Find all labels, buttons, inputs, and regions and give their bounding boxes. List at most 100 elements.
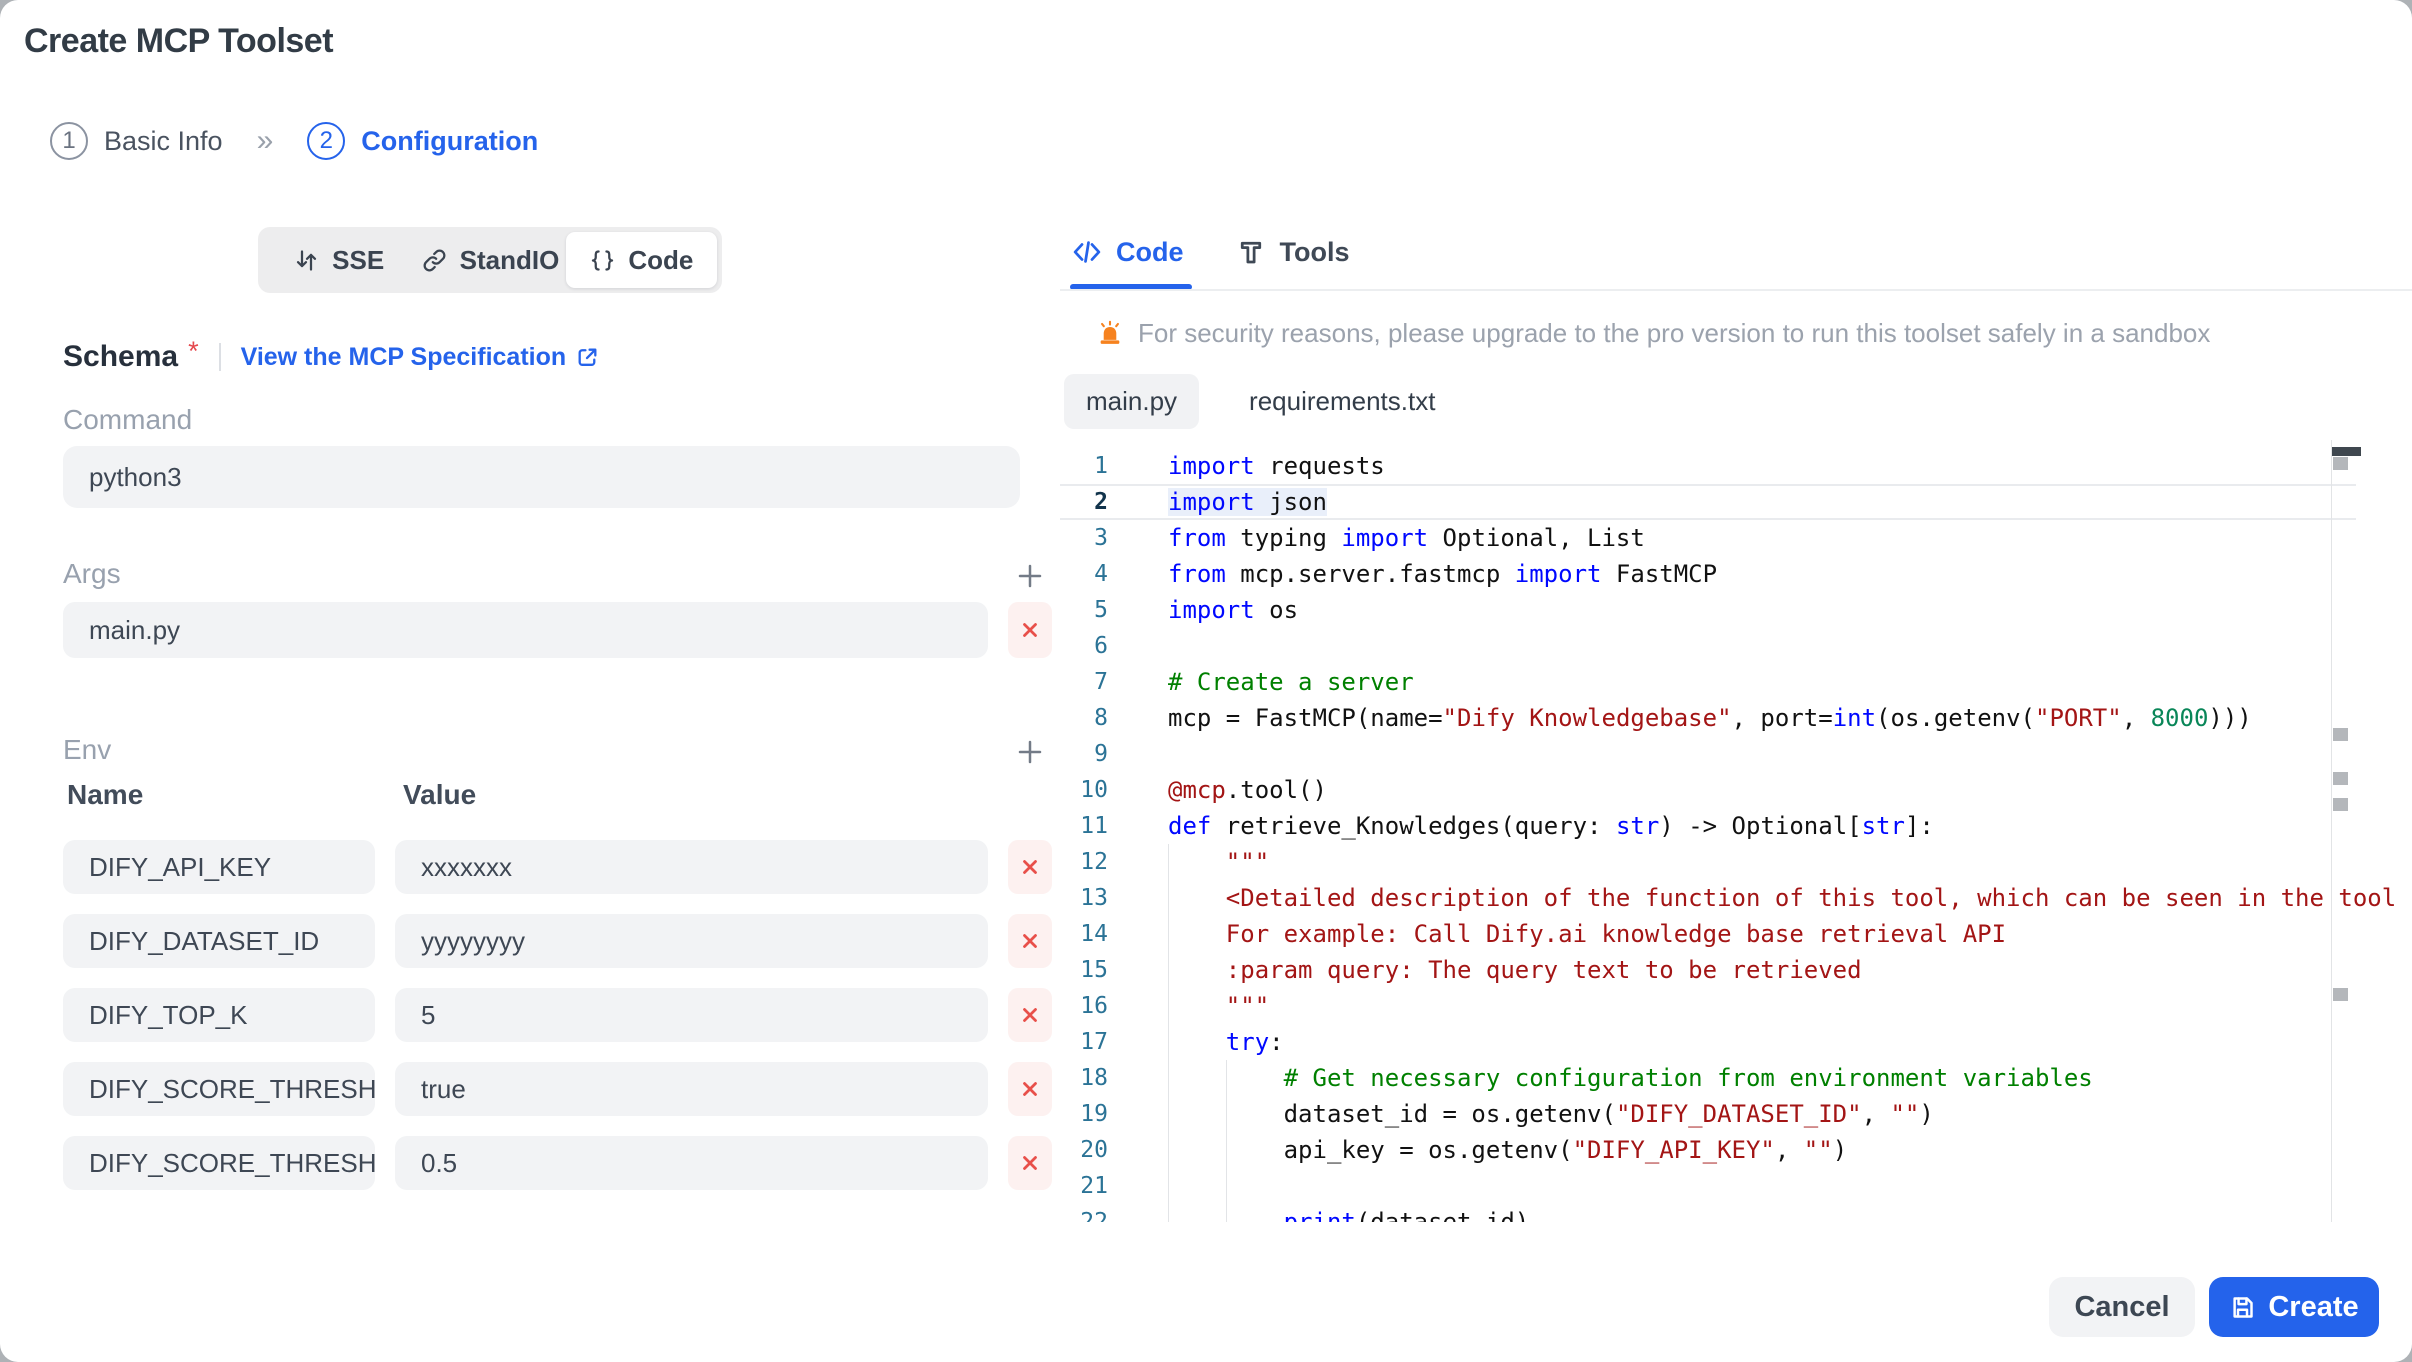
- env-value-input[interactable]: yyyyyyyy: [395, 914, 988, 968]
- create-button[interactable]: Create: [2209, 1277, 2379, 1337]
- tab-standio[interactable]: StandIO: [414, 232, 565, 288]
- scrollbar-marker: [2333, 988, 2348, 1001]
- step-configuration[interactable]: 2 Configuration: [307, 122, 538, 160]
- env-table: DIFY_API_KEY xxxxxxx DIFY_DATASET_ID yyyyyy…: [63, 840, 1052, 1210]
- code-line: 7# Create a server: [1060, 664, 2356, 700]
- args-header: Args: [63, 558, 1052, 600]
- env-value-input[interactable]: 5: [395, 988, 988, 1042]
- line-number: 9: [1060, 736, 1108, 772]
- env-value-input[interactable]: true: [395, 1062, 988, 1116]
- indent-guide: [1168, 1204, 1169, 1222]
- indent-guide: [1168, 1132, 1169, 1168]
- file-tab-requirements-txt[interactable]: requirements.txt: [1227, 374, 1457, 429]
- env-value-input[interactable]: xxxxxxx: [395, 840, 988, 894]
- step-2-label: Configuration: [361, 126, 538, 157]
- env-name-input[interactable]: DIFY_API_KEY: [63, 840, 375, 894]
- remove-env-button[interactable]: [1008, 1062, 1052, 1116]
- env-name-value: DIFY_DATASET_ID: [89, 926, 319, 957]
- transport-tab-group: SSE StandIO Code: [258, 227, 722, 293]
- code-text: For example: Call Dify.ai knowledge base…: [1168, 920, 2006, 948]
- plus-icon: [1015, 561, 1045, 591]
- tab-code-view[interactable]: Code: [1072, 237, 1184, 268]
- line-number: 7: [1060, 664, 1108, 700]
- arg-row: main.py: [63, 602, 1052, 658]
- external-link-icon: [575, 345, 600, 370]
- code-text: mcp = FastMCP(name="Dify Knowledgebase",…: [1168, 704, 2252, 732]
- code-line: 9: [1060, 736, 2356, 772]
- tab-code-view-label: Code: [1116, 237, 1184, 268]
- line-number: 21: [1060, 1168, 1108, 1204]
- env-name-value: DIFY_TOP_K: [89, 1000, 247, 1031]
- line-number: 2: [1060, 486, 1108, 518]
- delete-x-icon: [1019, 1004, 1041, 1026]
- create-mcp-toolset-dialog: Create MCP Toolset 1 Basic Info » 2 Conf…: [0, 0, 2412, 1362]
- save-icon: [2229, 1294, 2256, 1321]
- env-row: DIFY_API_KEY xxxxxxx: [63, 840, 1052, 894]
- code-text: <Detailed description of the function of…: [1168, 884, 2412, 912]
- env-name-input[interactable]: DIFY_TOP_K: [63, 988, 375, 1042]
- tab-bar-border: [1060, 289, 2412, 291]
- code-line: 1import requests: [1060, 448, 2356, 484]
- tab-standio-label: StandIO: [460, 245, 560, 276]
- code-text: import json: [1168, 488, 1327, 516]
- env-name-input[interactable]: DIFY_SCORE_THRESHOLD: [63, 1136, 375, 1190]
- file-tab-main-py[interactable]: main.py: [1064, 374, 1199, 429]
- code-line: 6: [1060, 628, 2356, 664]
- cancel-button-label: Cancel: [2074, 1291, 2169, 1324]
- security-warning: For security reasons, please upgrade to …: [1096, 318, 2210, 349]
- delete-x-icon: [1019, 619, 1041, 641]
- file-tab-bar: main.py requirements.txt: [1064, 374, 1457, 429]
- code-line: 16 """: [1060, 988, 2356, 1024]
- env-value-value: xxxxxxx: [421, 852, 512, 883]
- tab-tools-view[interactable]: Tools: [1236, 237, 1350, 268]
- indent-guide: [1168, 1060, 1169, 1096]
- tab-code-label: Code: [628, 245, 693, 276]
- code-line: 21: [1060, 1168, 2356, 1204]
- line-number: 18: [1060, 1060, 1108, 1096]
- code-line: 19 dataset_id = os.getenv("DIFY_DATASET_…: [1060, 1096, 2356, 1132]
- remove-env-button[interactable]: [1008, 988, 1052, 1042]
- command-input[interactable]: python3: [63, 446, 1020, 508]
- code-icon: [1072, 237, 1102, 267]
- swap-arrows-icon: [293, 247, 320, 274]
- mcp-specification-link[interactable]: View the MCP Specification: [241, 343, 601, 372]
- code-text: import os: [1168, 596, 1298, 624]
- line-number: 12: [1060, 844, 1108, 880]
- code-line: 2 import json: [1060, 484, 2356, 520]
- arg-input[interactable]: main.py: [63, 602, 988, 658]
- code-line: 22 print(dataset_id): [1060, 1204, 2356, 1222]
- tab-sse[interactable]: SSE: [263, 232, 414, 288]
- remove-env-button[interactable]: [1008, 840, 1052, 894]
- add-env-button[interactable]: [1008, 730, 1052, 774]
- env-value-value: 5: [421, 1000, 435, 1031]
- line-number: 8: [1060, 700, 1108, 736]
- add-arg-button[interactable]: [1008, 554, 1052, 598]
- editor-scrollbar[interactable]: [2331, 440, 2361, 1222]
- scrollbar-marker: [2333, 772, 2348, 785]
- code-editor[interactable]: 1import requests2import json3from typing…: [1060, 440, 2412, 1222]
- remove-env-button[interactable]: [1008, 1136, 1052, 1190]
- code-line: 10@mcp.tool(): [1060, 772, 2356, 808]
- scrollbar-thumb[interactable]: [2332, 447, 2361, 456]
- divider: [219, 343, 221, 371]
- remove-arg-button[interactable]: [1008, 602, 1052, 658]
- code-lines: 1import requests2import json3from typing…: [1060, 448, 2356, 1222]
- code-line: 20 api_key = os.getenv("DIFY_API_KEY", "…: [1060, 1132, 2356, 1168]
- tab-code[interactable]: Code: [566, 232, 717, 288]
- env-row: DIFY_SCORE_THRESHOLD 0.5: [63, 1136, 1052, 1190]
- env-name-header: Name: [67, 779, 143, 811]
- env-name-input[interactable]: DIFY_DATASET_ID: [63, 914, 375, 968]
- code-text: print(dataset_id): [1168, 1208, 1529, 1222]
- step-indicator: 1 Basic Info » 2 Configuration: [50, 120, 538, 162]
- line-number: 6: [1060, 628, 1108, 664]
- env-name-input[interactable]: DIFY_SCORE_THRESHOLD_ENABLED: [63, 1062, 375, 1116]
- security-warning-text: For security reasons, please upgrade to …: [1138, 318, 2210, 349]
- cancel-button[interactable]: Cancel: [2049, 1277, 2195, 1337]
- env-row: DIFY_TOP_K 5: [63, 988, 1052, 1042]
- code-line: 13 <Detailed description of the function…: [1060, 880, 2356, 916]
- command-value: python3: [89, 462, 182, 493]
- env-value-input[interactable]: 0.5: [395, 1136, 988, 1190]
- remove-env-button[interactable]: [1008, 914, 1052, 968]
- indent-guide: [1226, 1204, 1227, 1222]
- step-basic-info[interactable]: 1 Basic Info: [50, 122, 223, 160]
